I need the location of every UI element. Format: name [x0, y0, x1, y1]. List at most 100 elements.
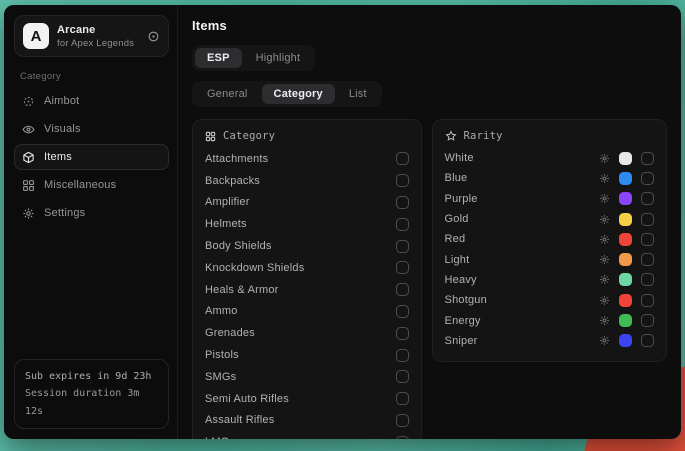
gear-icon[interactable]: [599, 315, 610, 326]
session-duration-text: Session duration 3m 12s: [25, 385, 158, 420]
category-checkbox[interactable]: [396, 174, 409, 187]
category-checkbox[interactable]: [396, 218, 409, 231]
gear-icon: [22, 207, 35, 220]
rarity-row: White: [445, 148, 654, 168]
rarity-checkbox[interactable]: [641, 273, 654, 286]
rarity-color-swatch[interactable]: [619, 314, 632, 327]
category-row: Amplifier: [205, 192, 409, 214]
rarity-panel: Rarity White: [432, 119, 667, 362]
rarity-row: Blue: [445, 168, 654, 188]
category-label: Backpacks: [205, 175, 388, 187]
rarity-color-swatch[interactable]: [619, 192, 632, 205]
category-label: Semi Auto Rifles: [205, 393, 388, 405]
rarity-color-swatch[interactable]: [619, 233, 632, 246]
rarity-color-swatch[interactable]: [619, 152, 632, 165]
category-row: Heals & Armor: [205, 279, 409, 301]
rarity-row: Sniper: [445, 331, 654, 351]
gear-icon[interactable]: [599, 173, 610, 184]
category-checkbox[interactable]: [396, 370, 409, 383]
rarity-row: Energy: [445, 310, 654, 330]
sub-expires-text: Sub expires in 9d 23h: [25, 368, 158, 386]
sidebar-item-settings[interactable]: Settings: [14, 200, 169, 226]
rarity-checkbox[interactable]: [641, 192, 654, 205]
rarity-checkbox[interactable]: [641, 294, 654, 307]
sidebar-item-items[interactable]: Items: [14, 144, 169, 170]
gear-icon[interactable]: [599, 254, 610, 265]
rarity-checkbox[interactable]: [641, 152, 654, 165]
category-checkbox[interactable]: [396, 392, 409, 405]
eye-icon: [22, 123, 35, 136]
category-row: Assault Rifles: [205, 410, 409, 432]
rarity-checkbox[interactable]: [641, 334, 654, 347]
gear-icon[interactable]: [599, 214, 610, 225]
sidebar-item-label: Settings: [44, 207, 85, 219]
rarity-row: Gold: [445, 209, 654, 229]
rarity-color-swatch[interactable]: [619, 334, 632, 347]
gear-icon[interactable]: [599, 335, 610, 346]
sidebar-item-miscellaneous[interactable]: Miscellaneous: [14, 172, 169, 198]
category-label: LMGs: [205, 436, 388, 439]
rarity-list: White Blue: [445, 148, 654, 351]
category-row: SMGs: [205, 366, 409, 388]
rarity-color-swatch[interactable]: [619, 294, 632, 307]
page-title: Items: [192, 18, 667, 33]
main-content: Items ESP Highlight General Category Lis…: [178, 5, 681, 439]
gear-icon[interactable]: [599, 193, 610, 204]
category-label: Attachments: [205, 153, 388, 165]
category-row: Helmets: [205, 213, 409, 235]
mode-toggle-esp[interactable]: ESP: [195, 48, 242, 68]
category-checkbox[interactable]: [396, 436, 409, 439]
category-label: Ammo: [205, 305, 388, 317]
sidebar-item-aimbot[interactable]: Aimbot: [14, 88, 169, 114]
gear-icon[interactable]: [599, 295, 610, 306]
category-label: Knockdown Shields: [205, 262, 388, 274]
rarity-checkbox[interactable]: [641, 172, 654, 185]
category-checkbox[interactable]: [396, 152, 409, 165]
app-header-card: A Arcane for Apex Legends: [14, 15, 169, 57]
target-icon[interactable]: [147, 30, 160, 43]
rarity-checkbox[interactable]: [641, 253, 654, 266]
gear-icon[interactable]: [599, 274, 610, 285]
rarity-row: Red: [445, 229, 654, 249]
app-subtitle: for Apex Legends: [57, 38, 139, 49]
category-checkbox[interactable]: [396, 327, 409, 340]
rarity-checkbox[interactable]: [641, 213, 654, 226]
sidebar-item-visuals[interactable]: Visuals: [14, 116, 169, 142]
category-checkbox[interactable]: [396, 414, 409, 427]
rarity-label: Shotgun: [445, 294, 599, 306]
category-panel-title: Category: [223, 130, 275, 142]
category-label: Pistols: [205, 349, 388, 361]
sidebar-section-label: Category: [20, 71, 163, 82]
mode-toggle-highlight[interactable]: Highlight: [244, 48, 313, 68]
category-list: Attachments Backpacks Amplifier: [205, 148, 409, 439]
subscription-info-box: Sub expires in 9d 23h Session duration 3…: [14, 359, 169, 430]
rarity-color-swatch[interactable]: [619, 213, 632, 226]
gear-icon[interactable]: [599, 153, 610, 164]
category-checkbox[interactable]: [396, 240, 409, 253]
category-row: Attachments: [205, 148, 409, 170]
rarity-color-swatch[interactable]: [619, 273, 632, 286]
category-checkbox[interactable]: [396, 196, 409, 209]
category-checkbox[interactable]: [396, 305, 409, 318]
gear-icon[interactable]: [599, 234, 610, 245]
category-row: LMGs: [205, 431, 409, 439]
rarity-checkbox[interactable]: [641, 233, 654, 246]
mode-toggle-group: ESP Highlight: [192, 45, 315, 71]
rarity-label: Sniper: [445, 335, 599, 347]
category-checkbox[interactable]: [396, 261, 409, 274]
arcane-window: A Arcane for Apex Legends Category Aimbo…: [4, 5, 681, 439]
rarity-label: Red: [445, 233, 599, 245]
rarity-color-swatch[interactable]: [619, 172, 632, 185]
grid-icon: [22, 179, 35, 192]
crosshair-icon: [22, 95, 35, 108]
tab-list[interactable]: List: [337, 84, 379, 104]
tab-category[interactable]: Category: [262, 84, 335, 104]
category-checkbox[interactable]: [396, 349, 409, 362]
rarity-color-swatch[interactable]: [619, 253, 632, 266]
rarity-label: White: [445, 152, 599, 164]
rarity-row: Shotgun: [445, 290, 654, 310]
rarity-label: Heavy: [445, 274, 599, 286]
rarity-checkbox[interactable]: [641, 314, 654, 327]
tab-general[interactable]: General: [195, 84, 260, 104]
category-checkbox[interactable]: [396, 283, 409, 296]
